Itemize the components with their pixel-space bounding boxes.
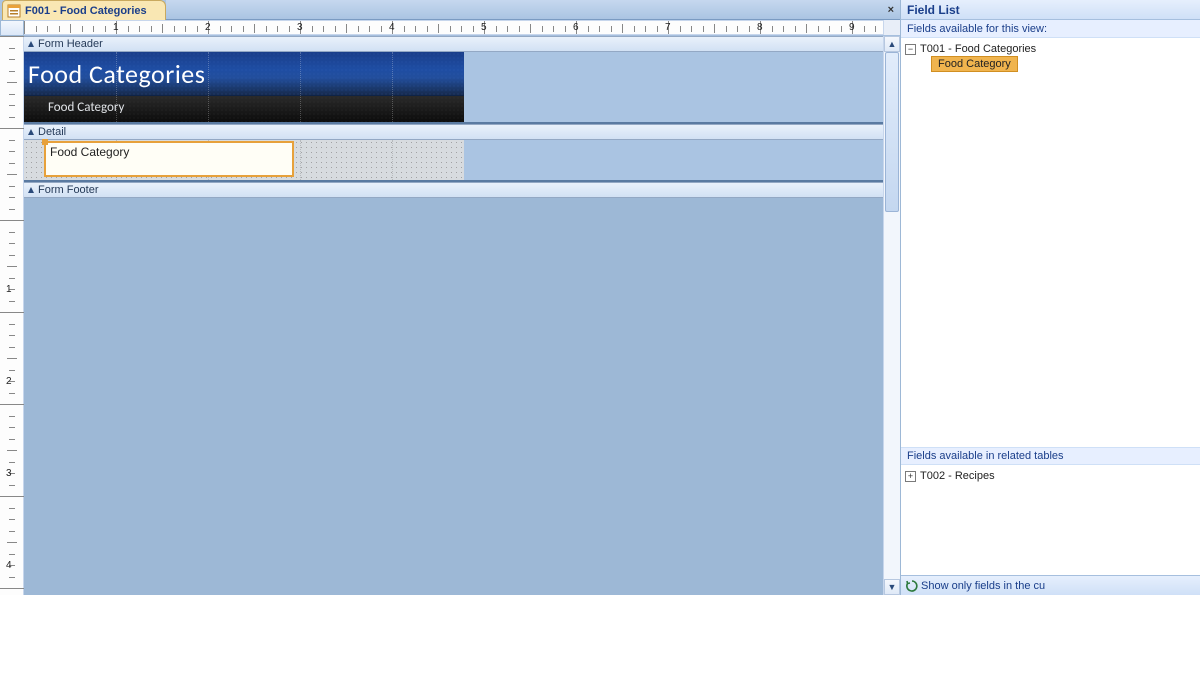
table-node-label: T001 - Food Categories: [920, 43, 1036, 55]
field-list-available-label: Fields available for this view:: [901, 20, 1200, 38]
section-handle-icon: [26, 185, 36, 195]
field-item-label: Food Category: [938, 58, 1011, 70]
section-label: Form Footer: [38, 184, 99, 196]
vertical-scrollbar[interactable]: ▲ ▼: [883, 36, 900, 595]
collapse-icon[interactable]: −: [905, 44, 916, 55]
section-bar-form-footer[interactable]: Form Footer: [24, 182, 883, 198]
show-only-fields-link[interactable]: Show only fields in the cu: [921, 580, 1045, 592]
document-tab-bar: F001 - Food Categories ×: [0, 0, 900, 20]
bound-textbox-food-category[interactable]: Food Category: [44, 141, 294, 177]
scroll-thumb[interactable]: [885, 52, 899, 212]
section-label: Detail: [38, 126, 66, 138]
header-strip: Food Categories Food Category: [24, 52, 464, 122]
section-label: Form Header: [38, 38, 103, 50]
app-root: F001 - Food Categories × 123456789 1234 …: [0, 0, 1200, 595]
field-list-tree[interactable]: − T001 - Food Categories Food Category: [901, 38, 1200, 447]
table-node-related[interactable]: + T002 - Recipes: [903, 469, 1198, 483]
field-list-related-label: Fields available in related tables: [901, 447, 1200, 465]
section-bar-form-header[interactable]: Form Header: [24, 36, 883, 52]
section-bar-detail[interactable]: Detail: [24, 124, 883, 140]
expand-icon[interactable]: +: [905, 471, 916, 482]
tab-bar-background: [166, 0, 900, 20]
detail-body[interactable]: Food Category: [24, 140, 883, 180]
section-handle-icon: [26, 39, 36, 49]
ruler-scroll-spacer: [883, 20, 900, 35]
horizontal-ruler[interactable]: 123456789: [24, 20, 883, 35]
blank-area: [0, 595, 1200, 699]
ruler-corner-selector[interactable]: [0, 20, 24, 36]
vertical-ruler[interactable]: 1234: [0, 36, 24, 595]
field-list-related-tree[interactable]: + T002 - Recipes: [901, 465, 1200, 575]
form-header-body[interactable]: Food Categories Food Category: [24, 52, 883, 122]
column-header-label[interactable]: Food Category: [48, 100, 124, 115]
table-node-primary[interactable]: − T001 - Food Categories: [903, 42, 1198, 56]
selection-handle[interactable]: [42, 139, 48, 145]
field-list-panel: Field List Fields available for this vie…: [900, 0, 1200, 595]
bound-field-text: Food Category: [50, 145, 129, 159]
document-tab-title: F001 - Food Categories: [25, 5, 147, 17]
field-list-footer[interactable]: Show only fields in the cu: [901, 575, 1200, 595]
scroll-up-button[interactable]: ▲: [884, 36, 900, 52]
form-title-label[interactable]: Food Categories: [28, 58, 205, 90]
design-wrap: 1234 Form Header Food Categories Food Ca…: [0, 36, 900, 595]
close-tab-button[interactable]: ×: [888, 0, 894, 20]
field-item-selected[interactable]: Food Category: [931, 56, 1018, 72]
table-node-label: T002 - Recipes: [920, 470, 995, 482]
form-design-pane: F001 - Food Categories × 123456789 1234 …: [0, 0, 900, 595]
design-surface[interactable]: Form Header Food Categories Food Categor…: [24, 36, 883, 595]
refresh-icon: [905, 579, 919, 593]
ruler-row: 123456789: [0, 20, 900, 36]
field-list-title: Field List: [901, 0, 1200, 20]
document-tab[interactable]: F001 - Food Categories: [2, 0, 166, 20]
section-handle-icon: [26, 127, 36, 137]
scroll-down-button[interactable]: ▼: [884, 579, 900, 595]
scroll-track[interactable]: [884, 52, 900, 579]
form-icon: [7, 4, 21, 18]
